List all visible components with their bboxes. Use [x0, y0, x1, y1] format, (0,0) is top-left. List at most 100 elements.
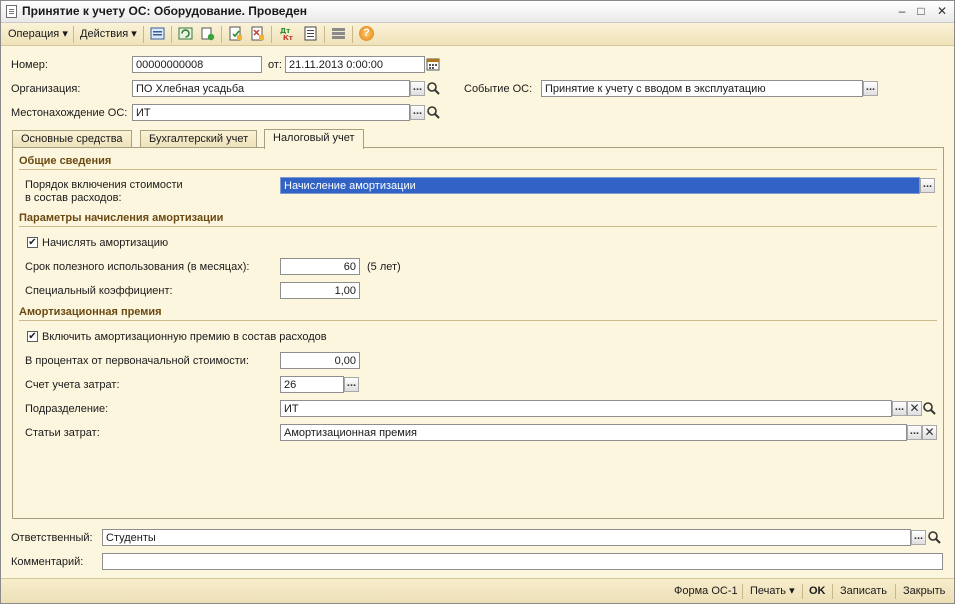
accrue-depreciation-checkbox[interactable]: ✔ — [27, 237, 38, 248]
responsible-search-icon[interactable] — [927, 530, 942, 545]
toolbar-separator — [271, 26, 272, 43]
subdivision-clear-icon[interactable]: ✕ — [907, 401, 922, 416]
save-button[interactable]: Записать — [840, 584, 887, 598]
structure-icon[interactable] — [331, 26, 346, 41]
event-label: Событие ОС: — [464, 83, 533, 95]
section-divider — [19, 320, 937, 321]
section-divider — [19, 226, 937, 227]
include-bonus-checkbox[interactable]: ✔ — [27, 331, 38, 342]
close-window-button[interactable]: ✕ — [934, 4, 950, 18]
command-separator — [802, 584, 803, 599]
percent-label: В процентах от первоначальной стоимости: — [25, 355, 249, 367]
location-select-button[interactable]: ... — [410, 105, 425, 120]
date-field[interactable]: 21.11.2013 0:00:00 — [285, 56, 425, 73]
organization-search-icon[interactable] — [426, 81, 441, 96]
svg-text:Кт: Кт — [283, 34, 294, 41]
event-select-button[interactable]: ... — [863, 81, 878, 96]
location-label: Местонахождение ОС: — [11, 107, 128, 119]
percent-field[interactable]: 0,00 — [280, 352, 360, 369]
close-button[interactable]: Закрыть — [903, 584, 945, 598]
command-separator — [742, 584, 743, 599]
print-menu-button[interactable]: Печать ▾ — [750, 584, 795, 598]
expense-order-select-button[interactable]: ... — [920, 178, 935, 193]
operation-menu[interactable]: Операция ▾ — [5, 26, 71, 42]
accrue-depreciation-label: Начислять амортизацию — [42, 237, 169, 249]
copy-icon[interactable] — [200, 26, 215, 41]
cost-items-select-button[interactable]: ... — [907, 425, 922, 440]
help-icon[interactable]: ? — [359, 26, 374, 41]
toolbar-separator — [352, 26, 353, 43]
section-depreciation-title: Параметры начисления амортизации — [19, 212, 224, 224]
subdivision-select-button[interactable]: ... — [892, 401, 907, 416]
report-icon[interactable] — [303, 26, 318, 41]
toolbar-separator — [221, 26, 222, 43]
form-os1-button[interactable]: Форма ОС-1 — [674, 584, 738, 598]
chevron-down-icon: ▾ — [131, 28, 137, 40]
organization-field[interactable]: ПО Хлебная усадьба — [132, 80, 410, 97]
section-bonus-title: Амортизационная премия — [19, 306, 162, 318]
expense-order-label-line1: Порядок включения стоимости — [25, 179, 183, 191]
section-general-title: Общие сведения — [19, 155, 112, 167]
useful-life-field[interactable]: 60 — [280, 258, 360, 275]
cost-items-label: Статьи затрат: — [25, 427, 100, 439]
toolbar-separator — [143, 26, 144, 43]
toolbar-separator — [171, 26, 172, 43]
tab-fixed-assets[interactable]: Основные средства — [12, 130, 132, 148]
cost-items-field[interactable]: Амортизационная премия — [280, 424, 907, 441]
responsible-select-button[interactable]: ... — [911, 530, 926, 545]
cost-account-label: Счет учета затрат: — [25, 379, 120, 391]
cost-account-field[interactable]: 26 — [280, 376, 344, 393]
cost-items-clear-icon[interactable]: ✕ — [922, 425, 937, 440]
document-window: Принятие к учету ОС: Оборудование. Прове… — [0, 0, 955, 604]
window-title: Принятие к учету ОС: Оборудование. Прове… — [22, 4, 307, 18]
number-label: Номер: — [11, 59, 48, 71]
location-search-icon[interactable] — [426, 105, 441, 120]
location-field[interactable]: ИТ — [132, 104, 410, 121]
command-separator — [895, 584, 896, 599]
include-bonus-label: Включить амортизационную премию в состав… — [42, 331, 327, 343]
list-icon[interactable] — [150, 26, 165, 41]
special-coefficient-field[interactable]: 1,00 — [280, 282, 360, 299]
expense-order-field[interactable]: Начисление амортизации — [280, 177, 920, 194]
command-bar: Форма ОС-1 Печать ▾ OK Записать Закрыть — [1, 578, 954, 603]
subdivision-search-icon[interactable] — [922, 401, 937, 416]
tax-accounting-panel: Общие сведения Порядок включения стоимос… — [12, 147, 944, 519]
dt-kt-icon[interactable]: Дт Кт — [279, 26, 294, 41]
comment-label: Комментарий: — [11, 556, 84, 568]
tab-tax-accounting[interactable]: Налоговый учет — [264, 129, 364, 149]
actions-menu[interactable]: Действия ▾ — [77, 26, 140, 42]
command-separator — [832, 584, 833, 599]
post-icon[interactable] — [228, 26, 243, 41]
tab-accounting[interactable]: Бухгалтерский учет — [140, 130, 258, 148]
event-field[interactable]: Принятие к учету с вводом в эксплуатацию — [541, 80, 863, 97]
comment-field[interactable] — [102, 553, 943, 570]
refresh-icon[interactable] — [178, 26, 193, 41]
minimize-button[interactable]: – — [894, 4, 910, 18]
document-icon — [6, 5, 17, 18]
calendar-icon[interactable] — [426, 57, 440, 71]
responsible-label: Ответственный: — [11, 532, 93, 544]
responsible-field[interactable]: Студенты — [102, 529, 911, 546]
print-label: Печать — [750, 585, 787, 597]
useful-life-label: Срок полезного использования (в месяцах)… — [25, 261, 250, 273]
maximize-button[interactable]: □ — [913, 4, 929, 18]
toolbar-separator — [324, 26, 325, 43]
subdivision-label: Подразделение: — [25, 403, 109, 415]
section-divider — [19, 169, 937, 170]
unpost-icon[interactable] — [250, 26, 265, 41]
organization-label: Организация: — [11, 83, 81, 95]
cost-account-select-button[interactable]: ... — [344, 377, 359, 392]
special-coefficient-label: Специальный коэффициент: — [25, 285, 173, 297]
subdivision-field[interactable]: ИТ — [280, 400, 892, 417]
operation-menu-label: Операция — [8, 28, 60, 40]
organization-select-button[interactable]: ... — [410, 81, 425, 96]
expense-order-label-line2: в состав расходов: — [25, 192, 122, 204]
chevron-down-icon: ▾ — [62, 28, 68, 40]
useful-life-note: (5 лет) — [367, 261, 401, 273]
actions-menu-label: Действия — [80, 28, 129, 40]
ok-button[interactable]: OK — [809, 584, 826, 598]
title-bar: Принятие к учету ОС: Оборудование. Прове… — [1, 1, 954, 23]
number-field[interactable]: 00000000008 — [132, 56, 262, 73]
chevron-down-icon: ▾ — [789, 585, 795, 597]
toolbar: Операция ▾ Действия ▾ Дт Кт ? — [1, 23, 954, 46]
